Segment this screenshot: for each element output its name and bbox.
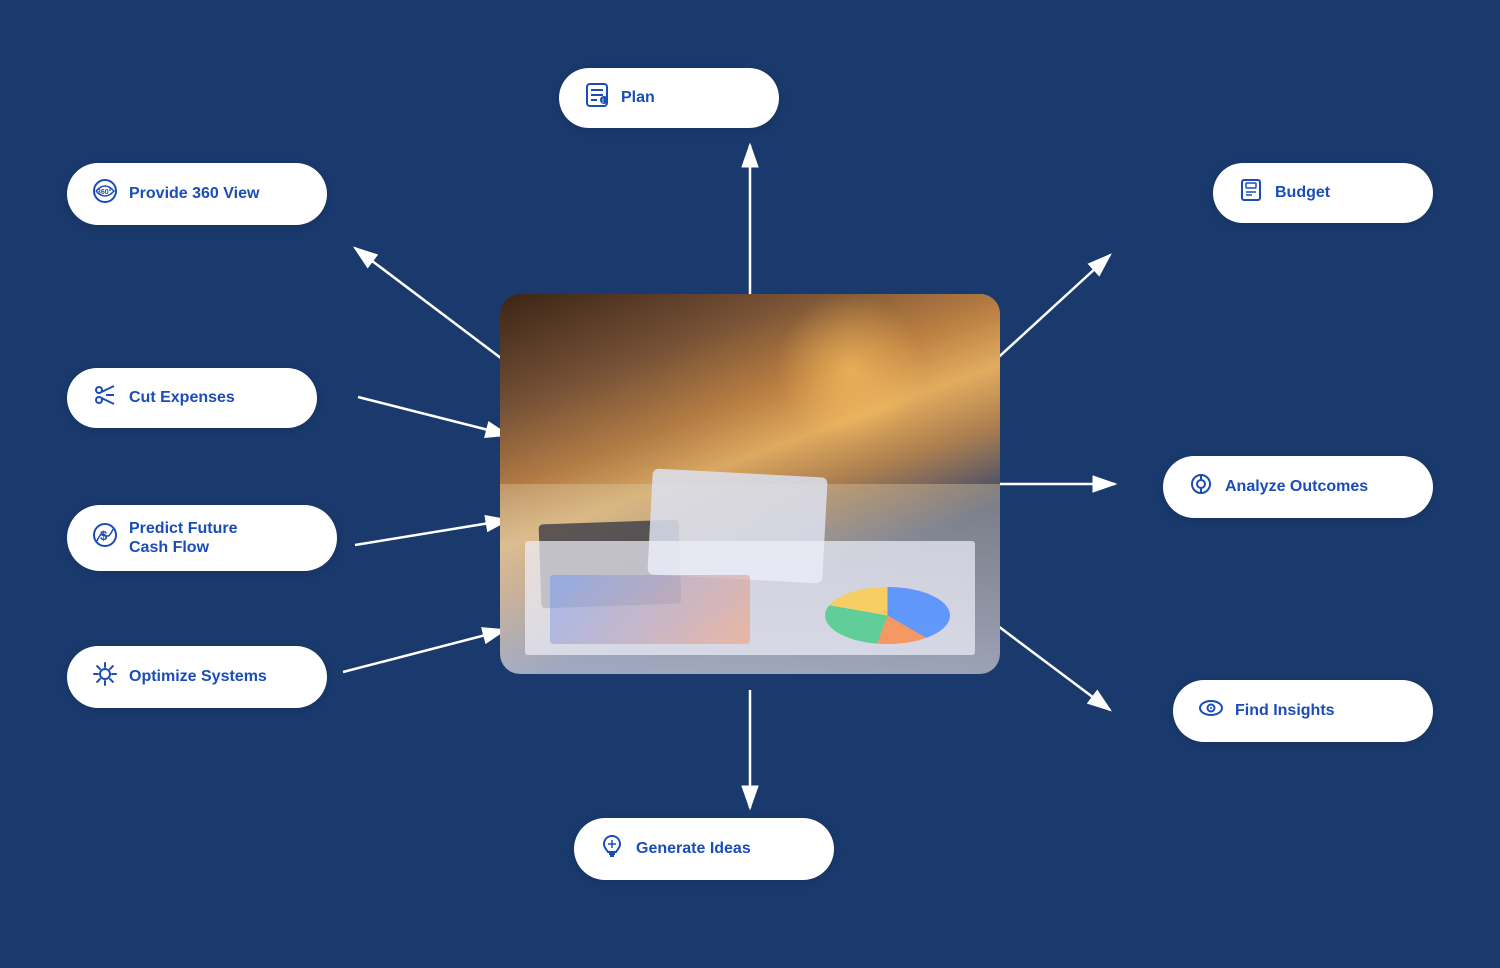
predict-cashflow-button[interactable]: $ Predict Future Cash Flow xyxy=(67,505,337,571)
cut-expenses-label: Cut Expenses xyxy=(129,388,235,407)
svg-text:360°: 360° xyxy=(97,188,112,196)
predict-cashflow-label1: Predict Future xyxy=(129,519,237,538)
diagram-container: ! Plan 360° Provide 360 View Budget xyxy=(0,0,1500,968)
find-insights-label: Find Insights xyxy=(1235,701,1335,720)
optimize-systems-icon xyxy=(91,660,119,694)
plan-button[interactable]: ! Plan xyxy=(559,68,779,128)
optimize-systems-button[interactable]: Optimize Systems xyxy=(67,646,327,708)
predict-cashflow-icon: $ xyxy=(91,521,119,555)
optimize-systems-label: Optimize Systems xyxy=(129,667,267,686)
center-image xyxy=(500,294,1000,674)
budget-icon xyxy=(1237,177,1265,209)
find-insights-icon xyxy=(1197,694,1225,728)
generate-ideas-label: Generate Ideas xyxy=(636,839,751,858)
generate-ideas-button[interactable]: Generate Ideas xyxy=(574,818,834,880)
svg-text:!: ! xyxy=(602,99,604,105)
plan-icon: ! xyxy=(583,82,611,114)
360-view-icon: 360° xyxy=(91,177,119,211)
plan-label: Plan xyxy=(621,88,655,107)
provide-360-view-label: Provide 360 View xyxy=(129,184,259,203)
find-insights-button[interactable]: Find Insights xyxy=(1173,680,1433,742)
generate-ideas-icon xyxy=(598,832,626,866)
budget-button[interactable]: Budget xyxy=(1213,163,1433,223)
analyze-outcomes-label: Analyze Outcomes xyxy=(1225,477,1368,496)
analyze-outcomes-icon xyxy=(1187,470,1215,504)
cut-expenses-button[interactable]: Cut Expenses xyxy=(67,368,317,428)
budget-label: Budget xyxy=(1275,183,1330,202)
cut-expenses-icon xyxy=(91,382,119,414)
predict-cashflow-label2: Cash Flow xyxy=(129,538,237,557)
provide-360-view-button[interactable]: 360° Provide 360 View xyxy=(67,163,327,225)
analyze-outcomes-button[interactable]: Analyze Outcomes xyxy=(1163,456,1433,518)
